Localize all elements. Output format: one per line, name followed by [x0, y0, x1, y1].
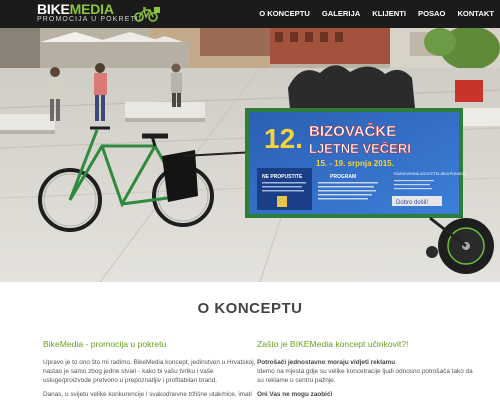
concept-heading: BikeMedia - promocija u pokretu: [43, 339, 167, 349]
nav-item-kontakt[interactable]: KONTAKT: [451, 0, 500, 28]
nav-item-o-konceptu[interactable]: O KONCEPTU: [253, 0, 316, 28]
banner-subheading: NE PROPUSTITE: [262, 174, 303, 180]
top-bar: BIKEMEDIA PROMOCIJA U POKRETU O KONCEPTU…: [0, 0, 500, 28]
logo-wordmark: BIKEMEDIA: [37, 2, 114, 16]
nav-item-galerija[interactable]: GALERIJA: [316, 0, 366, 28]
banner-side-text: RAZNOVRSNA UGOSTITELJSKA PONUDA: [394, 172, 466, 176]
nav-item-posao[interactable]: POSAO: [412, 0, 451, 28]
concept-paragraph-1: Upravo je to ono što mi radimo. BikeMedi…: [43, 359, 256, 384]
bicycle-logo-icon: [134, 7, 160, 22]
concept-column: BikeMedia - promocija u pokretu Upravo j…: [43, 338, 261, 400]
banner-welcome: Dobro došli!: [396, 200, 428, 206]
concept-paragraph-2: Danas, u svijetu velike konkurencije i s…: [43, 391, 252, 398]
banner-dates: 15. - 19. srpnja 2015.: [316, 159, 394, 168]
why-subheading-1: Potrošači jednostavno moraju vidjeti rek…: [257, 359, 396, 366]
logo-word-bike: BIKE: [37, 1, 70, 17]
logo-tagline: PROMOCIJA U POKRETU: [37, 16, 142, 23]
why-subheading-2: Oni Vas ne mogu zaobići: [257, 391, 333, 398]
section-title: O KONCEPTU: [197, 300, 303, 317]
banner-number: 12.: [264, 123, 303, 154]
logo-word-media: MEDIA: [69, 1, 114, 17]
main-nav: O KONCEPTU GALERIJA KLIJENTI POSAO KONTA…: [253, 0, 500, 28]
banner-program-label: PROGRAM: [330, 174, 356, 180]
why-column: Zašto je BIKEMedia koncept učinkovit?! P…: [257, 338, 475, 399]
hero-image: 12. BIZOVAČKE LJETNE VEČERI 15. - 19. sr…: [0, 28, 500, 282]
logo[interactable]: BIKEMEDIA PROMOCIJA U POKRETU: [37, 2, 162, 26]
why-paragraph-1: Idemo na mjesta gdje su velike koncetrac…: [257, 368, 473, 384]
banner-title-line1: BIZOVAČKE: [309, 122, 396, 140]
why-heading: Zašto je BIKEMedia koncept učinkovit?!: [257, 339, 409, 349]
banner-title-line2: LJETNE VEČERI: [309, 141, 411, 156]
nav-item-klijenti[interactable]: KLIJENTI: [366, 0, 412, 28]
